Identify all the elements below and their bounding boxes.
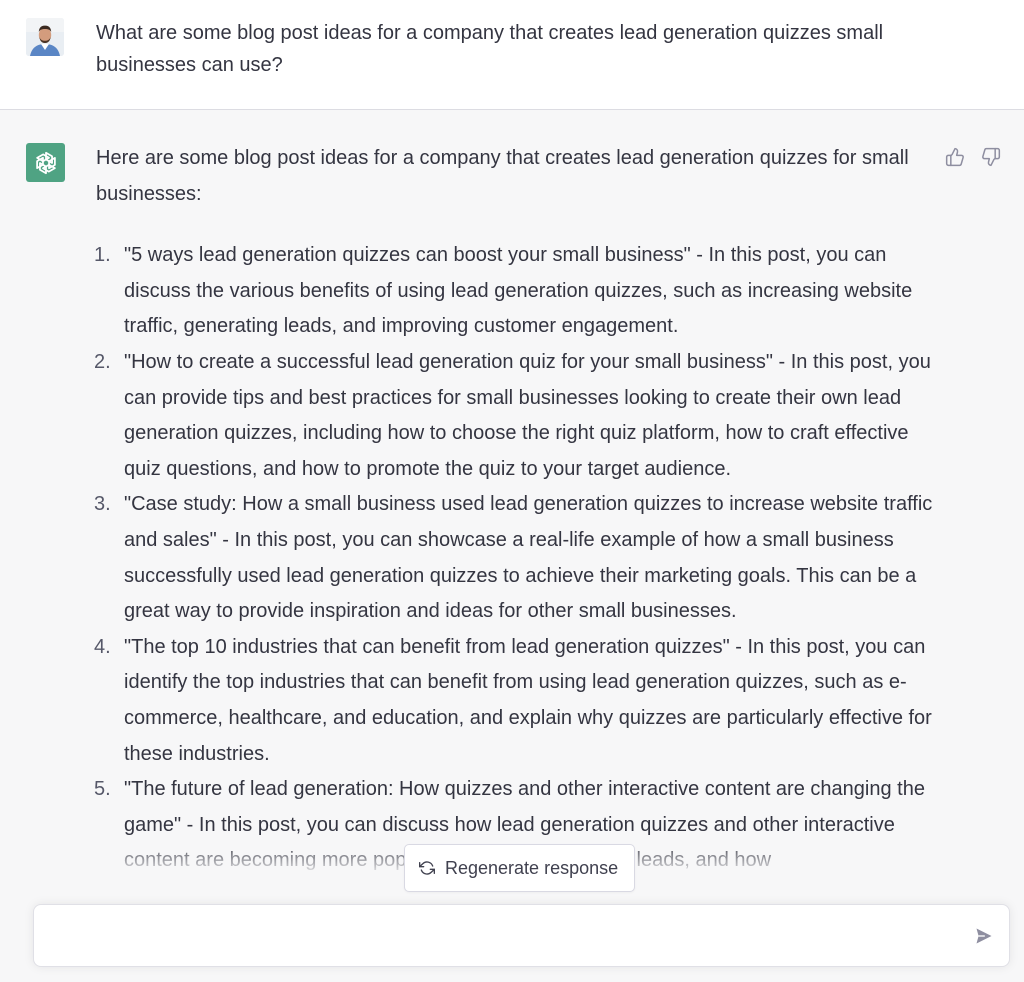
message-composer	[33, 904, 1010, 967]
list-item: 3. "Case study: How a small business use…	[94, 487, 936, 629]
send-icon	[976, 928, 992, 944]
openai-logo-icon	[26, 143, 65, 182]
list-item-text: "The top 10 industries that can benefit …	[124, 635, 932, 765]
thumbs-up-icon[interactable]	[944, 146, 966, 168]
list-item-text: "Case study: How a small business used l…	[124, 493, 933, 623]
list-item-number: 3.	[94, 493, 111, 516]
idea-list: 1. "5 ways lead generation quizzes can b…	[94, 238, 936, 879]
user-avatar	[26, 18, 64, 56]
list-item-number: 5.	[94, 778, 111, 801]
answer-intro: Here are some blog post ideas for a comp…	[96, 147, 909, 205]
user-message-row: What are some blog post ideas for a comp…	[0, 0, 1024, 110]
chat-page: What are some blog post ideas for a comp…	[0, 0, 1024, 982]
list-item: 4. "The top 10 industries that can benef…	[94, 630, 936, 772]
refresh-icon	[419, 861, 435, 875]
user-message-text: What are some blog post ideas for a comp…	[96, 22, 884, 76]
list-item-number: 2.	[94, 350, 111, 373]
regenerate-label: Regenerate response	[445, 857, 619, 878]
send-button[interactable]	[973, 925, 995, 947]
list-item-text: "How to create a successful lead generat…	[124, 350, 931, 480]
thumbs-down-icon[interactable]	[980, 146, 1002, 168]
list-item-text: "5 ways lead generation quizzes can boos…	[124, 244, 913, 338]
list-item-number: 4.	[94, 635, 111, 658]
regenerate-response-button[interactable]: Regenerate response	[404, 844, 636, 892]
feedback-buttons	[944, 146, 1002, 168]
list-item: 2. "How to create a successful lead gene…	[94, 345, 936, 487]
message-input[interactable]	[48, 921, 952, 953]
assistant-message-text: Here are some blog post ideas for a comp…	[94, 141, 936, 879]
list-item: 1. "5 ways lead generation quizzes can b…	[94, 238, 936, 345]
user-avatar-image	[26, 18, 64, 56]
list-item-number: 1.	[94, 244, 111, 267]
